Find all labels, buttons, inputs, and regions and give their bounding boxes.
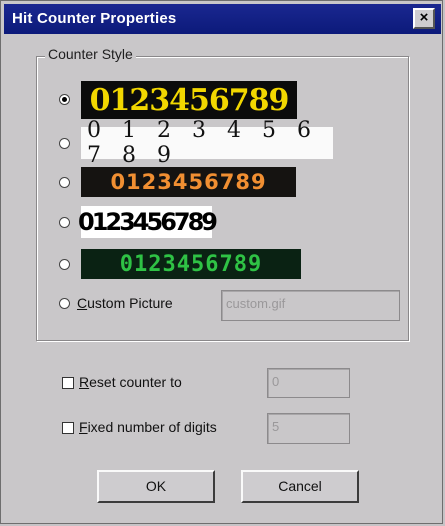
fixed-digits-checkbox[interactable] bbox=[62, 422, 74, 434]
reset-counter-mnemonic: R bbox=[79, 374, 90, 390]
fixed-digits-label[interactable]: Fixed number of digits bbox=[79, 419, 217, 435]
title-bar[interactable]: Hit Counter Properties × bbox=[4, 4, 441, 34]
style-2-digits-image[interactable]: 0 1 2 3 4 5 6 7 8 9 bbox=[81, 118, 333, 168]
custom-picture-mnemonic: C bbox=[77, 295, 88, 311]
style-5-radio[interactable] bbox=[59, 259, 70, 270]
custom-picture-radio[interactable] bbox=[59, 298, 70, 309]
custom-picture-label[interactable]: Custom Picture bbox=[77, 295, 173, 311]
close-icon[interactable]: × bbox=[413, 8, 435, 29]
style-3-radio[interactable] bbox=[59, 177, 70, 188]
style-4-digits-image[interactable]: 0123456789 bbox=[78, 206, 218, 238]
style-1-digits-image[interactable]: 0123456789 bbox=[81, 81, 297, 119]
fixed-digits-input[interactable]: 5 bbox=[267, 413, 350, 444]
reset-counter-label-text: eset counter to bbox=[89, 374, 182, 390]
fixed-digits-mnemonic: F bbox=[79, 419, 88, 435]
style-1-radio[interactable] bbox=[59, 94, 70, 105]
style-2-radio[interactable] bbox=[59, 138, 70, 149]
ok-button[interactable]: OK bbox=[97, 470, 215, 503]
reset-counter-checkbox[interactable] bbox=[62, 377, 74, 389]
reset-counter-input[interactable]: 0 bbox=[267, 368, 350, 398]
style-4-radio[interactable] bbox=[59, 217, 70, 228]
custom-picture-input[interactable]: custom.gif bbox=[221, 290, 400, 321]
style-5-digits-image[interactable]: 0123456789 bbox=[81, 249, 301, 279]
custom-picture-label-text: ustom Picture bbox=[87, 295, 173, 311]
cancel-button[interactable]: Cancel bbox=[241, 470, 359, 503]
counter-style-legend: Counter Style bbox=[45, 46, 136, 62]
fixed-digits-label-text: ixed number of digits bbox=[87, 419, 217, 435]
dialog-title: Hit Counter Properties bbox=[12, 10, 177, 27]
style-3-digits-image[interactable]: 0123456789 bbox=[81, 167, 296, 197]
hit-counter-properties-dialog: Hit Counter Properties × Counter Style 0… bbox=[0, 0, 443, 524]
reset-counter-label[interactable]: Reset counter to bbox=[79, 374, 182, 390]
